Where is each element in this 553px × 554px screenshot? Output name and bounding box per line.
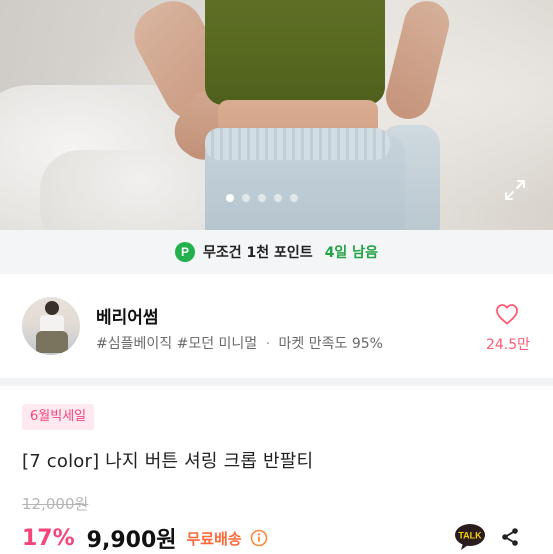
carousel-dot[interactable] [274, 194, 282, 202]
image-crop-top [205, 0, 385, 105]
shop-info[interactable]: 베리어썸 #심플베이직 #모던 미니멀 · 마켓 만족도 95% 24.5만 [0, 274, 553, 378]
price-row: 17% 9,900원 무료배송 [22, 522, 268, 554]
free-shipping-label: 무료배송 [186, 529, 242, 548]
carousel-dot[interactable] [258, 194, 266, 202]
section-divider [0, 378, 553, 386]
shop-avatar[interactable] [22, 297, 80, 355]
avatar-head [45, 301, 59, 315]
carousel-dot[interactable] [290, 194, 298, 202]
original-price: 12,000원 [22, 495, 89, 513]
shop-tag: #모던 미니멀 [176, 336, 258, 352]
like-count: 24.5만 [485, 337, 531, 353]
avatar-skirt [36, 331, 68, 353]
points-days-left: 4일 남음 [324, 245, 378, 261]
discount-rate: 17% [22, 525, 75, 551]
shop-tag: #심플베이직 [96, 336, 173, 352]
product-image[interactable] [0, 0, 553, 230]
points-banner[interactable]: P 무조건 1천 포인트 4일 남음 [0, 230, 553, 274]
kakao-talk-icon[interactable]: TALK [454, 523, 486, 551]
shop-satisfaction: 마켓 만족도 95% [278, 336, 383, 352]
shop-tags: #심플베이직 #모던 미니멀 · 마켓 만족도 95% [96, 333, 383, 353]
info-icon[interactable] [250, 529, 268, 547]
carousel-indicator [226, 194, 298, 202]
share-icon[interactable] [500, 527, 520, 547]
shop-name[interactable]: 베리어썸 [96, 303, 159, 328]
points-text: 무조건 1천 포인트 [203, 245, 313, 261]
image-waistband [205, 128, 390, 160]
expand-icon[interactable] [503, 178, 527, 202]
sale-price: 9,900원 [86, 528, 177, 553]
carousel-dot[interactable] [242, 194, 250, 202]
sale-badge: 6월빅세일 [22, 404, 95, 430]
heart-icon[interactable] [495, 303, 519, 325]
points-icon: P [175, 242, 196, 262]
carousel-dot[interactable] [226, 194, 234, 202]
product-title: [7 color] 나지 버튼 셔링 크롭 반팔티 [22, 451, 314, 472]
separator: · [265, 336, 271, 352]
kakao-talk-label: TALK [458, 531, 482, 541]
